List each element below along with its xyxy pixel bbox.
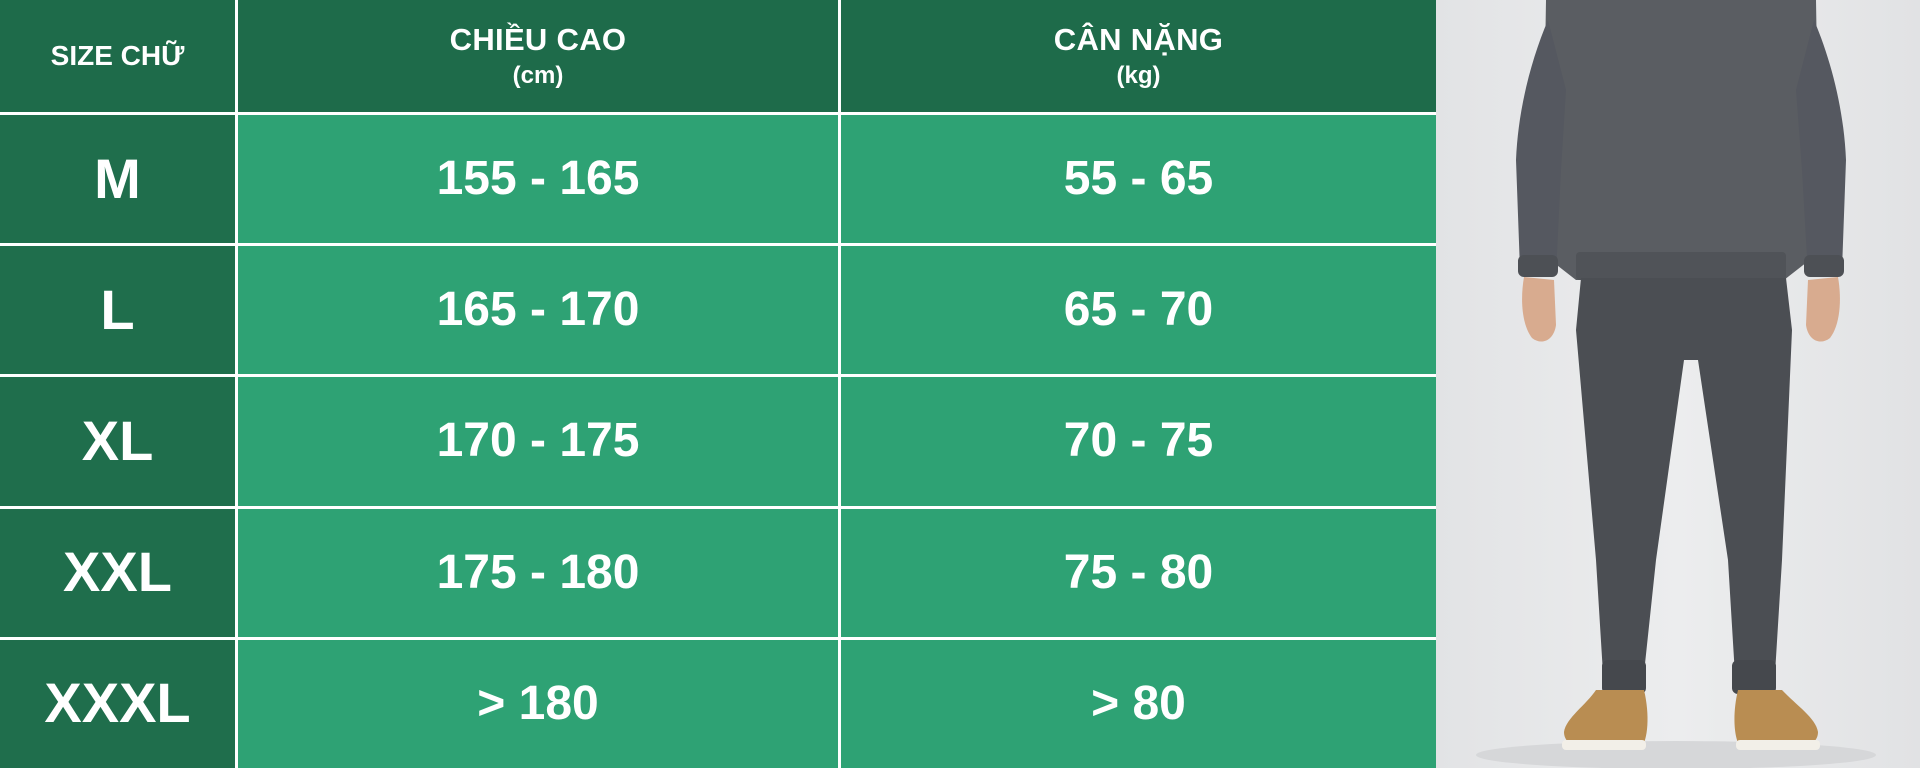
height-range: 165 - 170: [436, 283, 640, 337]
size-cell-xl: XL: [0, 377, 235, 506]
model-illustration: [1476, 0, 1876, 768]
weight-cell-xxl: 75 - 80: [841, 508, 1436, 637]
size-cell-l: L: [0, 246, 235, 375]
size-label: M: [94, 146, 141, 210]
weight-range: 55 - 65: [1063, 151, 1214, 205]
header-weight-label: CÂN NẶNG: [1053, 22, 1224, 58]
header-height-unit: (cm): [512, 61, 564, 89]
height-range: > 180: [477, 676, 599, 730]
weight-range: > 80: [1091, 676, 1186, 730]
height-range: 175 - 180: [436, 545, 640, 599]
height-cell-l: 165 - 170: [238, 246, 838, 375]
weight-cell-xxxl: > 80: [841, 639, 1436, 768]
header-height-label: CHIỀU CAO: [449, 22, 627, 58]
size-cell-xxl: XXL: [0, 508, 235, 637]
height-cell-xxl: 175 - 180: [238, 508, 838, 637]
weight-cell-l: 65 - 70: [841, 246, 1436, 375]
height-range: 155 - 165: [436, 151, 640, 205]
size-label: XXXL: [44, 671, 191, 735]
size-cell-m: M: [0, 115, 235, 244]
weight-range: 65 - 70: [1063, 283, 1214, 337]
weight-cell-xl: 70 - 75: [841, 377, 1436, 506]
size-label: XXL: [63, 540, 172, 604]
model-photo: [1436, 0, 1920, 768]
header-size-label: SIZE CHỮ: [50, 40, 185, 72]
size-cell-xxxl: XXXL: [0, 639, 235, 768]
weight-range: 75 - 80: [1063, 545, 1214, 599]
height-cell-xl: 170 - 175: [238, 377, 838, 506]
height-cell-xxxl: > 180: [238, 639, 838, 768]
weight-cell-m: 55 - 65: [841, 115, 1436, 244]
header-size-cell: SIZE CHỮ: [0, 0, 235, 112]
header-weight-cell: CÂN NẶNG (kg): [841, 0, 1436, 112]
size-label: L: [100, 277, 135, 341]
height-cell-m: 155 - 165: [238, 115, 838, 244]
weight-range: 70 - 75: [1063, 414, 1214, 468]
height-range: 170 - 175: [436, 414, 640, 468]
size-label: XL: [81, 409, 154, 473]
header-height-cell: CHIỀU CAO (cm): [238, 0, 838, 112]
header-weight-unit: (kg): [1116, 61, 1161, 89]
size-chart-table: SIZE CHỮ CHIỀU CAO (cm) CÂN NẶNG (kg) M …: [0, 0, 1436, 768]
